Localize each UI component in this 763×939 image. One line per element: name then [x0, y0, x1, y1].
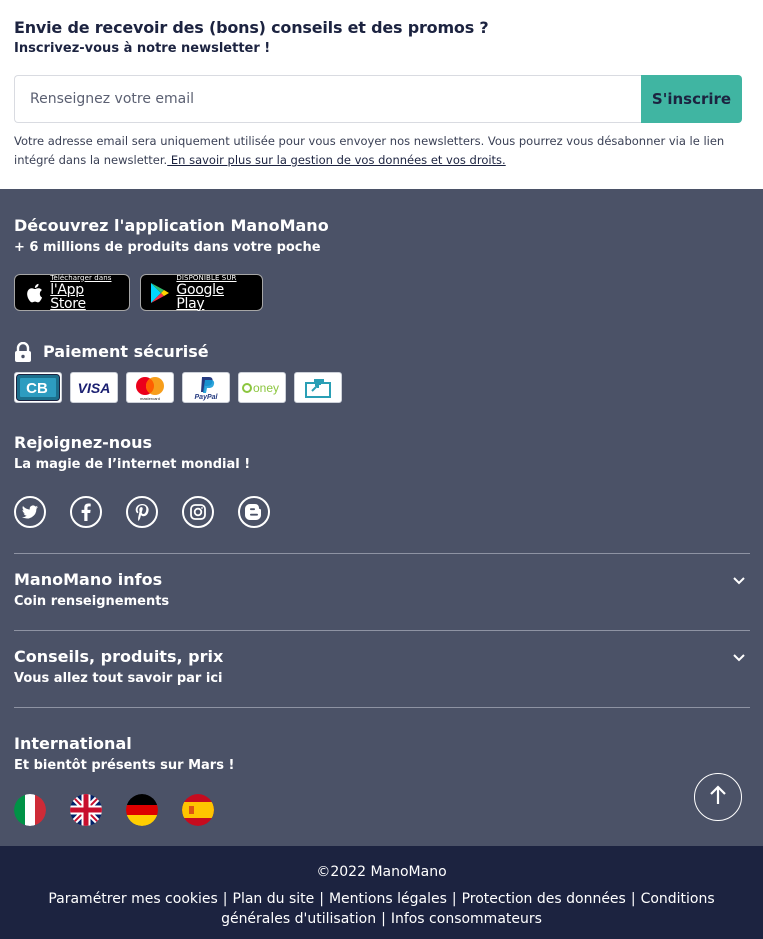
social-section: Rejoignez-nous La magie de l’internet mo… — [14, 433, 749, 475]
app-store-button[interactable]: Télécharger dans l'App Store — [14, 274, 130, 311]
accordion-subtitle: Coin renseignements — [14, 594, 170, 609]
footer: Découvrez l'application ManoMano + 6 mil… — [0, 189, 763, 846]
twitter-icon[interactable] — [14, 496, 46, 528]
subscribe-button[interactable]: S'inscrire — [641, 75, 742, 123]
data-protection-link[interactable]: Protection des données — [462, 891, 626, 907]
copyright: ©2022 ManoMano — [316, 864, 447, 880]
payment-methods: CB VISA mastercard PayPal oney — [14, 372, 749, 403]
appstore-small-label: Télécharger dans — [50, 273, 112, 282]
link-separator: | — [319, 891, 324, 907]
international-subtitle: Et bientôt présents sur Mars ! — [14, 758, 235, 773]
svg-text:CB: CB — [26, 380, 48, 397]
legal-notice-link[interactable]: Mentions légales — [329, 891, 447, 907]
arrow-up-icon — [706, 783, 730, 811]
svg-text:VISA: VISA — [78, 380, 111, 396]
appstore-big-label: l'App Store — [50, 281, 86, 312]
international-section: International Et bientôt présents sur Ma… — [14, 734, 749, 776]
lock-icon — [14, 341, 32, 362]
sitemap-link[interactable]: Plan du site — [233, 891, 315, 907]
googleplay-small-label: DISPONIBLE SUR — [176, 273, 237, 282]
app-store-badges: Télécharger dans l'App Store DISPONIBLE … — [14, 274, 749, 311]
data-rights-link[interactable]: En savoir plus sur la gestion de vos don… — [167, 153, 506, 167]
email-input[interactable] — [14, 75, 641, 123]
apple-icon — [23, 282, 44, 304]
google-play-icon — [149, 282, 170, 304]
link-separator: | — [630, 891, 636, 907]
accordion-title: ManoMano infos — [14, 570, 163, 589]
link-separator: | — [381, 911, 386, 927]
newsletter-section: Envie de recevoir des (bons) conseils et… — [0, 0, 763, 189]
accordion-conseils[interactable]: Conseils, produits, prix Vous allez tout… — [14, 631, 750, 708]
newsletter-form: S'inscrire — [14, 75, 742, 123]
google-play-button[interactable]: DISPONIBLE SUR Google Play — [140, 274, 263, 311]
payment-title: Paiement sécurisé — [43, 342, 209, 361]
consumer-info-link[interactable]: Infos consommateurs — [391, 911, 542, 927]
paypal-icon: PayPal — [182, 372, 230, 403]
legal-links: Paramétrer mes cookies | Plan du site | Ment… — [27, 889, 737, 929]
chevron-down-icon — [732, 649, 746, 663]
link-separator: | — [222, 891, 228, 907]
social-links — [14, 496, 749, 528]
international-title: International — [14, 734, 132, 753]
newsletter-subtitle: Inscrivez-vous à notre newsletter ! — [14, 41, 271, 56]
newsletter-title: Envie de recevoir des (bons) conseils et… — [14, 18, 489, 37]
svg-text:mastercard: mastercard — [140, 396, 160, 401]
svg-text:oney: oney — [253, 381, 279, 395]
blogger-icon[interactable] — [238, 496, 270, 528]
uk-flag-icon[interactable] — [70, 794, 102, 826]
pinterest-icon[interactable] — [126, 496, 158, 528]
newsletter-legal: Votre adresse email sera uniquement util… — [14, 132, 750, 170]
back-to-top-button[interactable] — [694, 773, 742, 821]
cb-card-icon: CB — [14, 372, 62, 403]
spain-flag-icon[interactable] — [182, 794, 214, 826]
googleplay-big-label: Google Play — [176, 281, 224, 312]
country-flags — [14, 794, 749, 826]
instagram-icon[interactable] — [182, 496, 214, 528]
mastercard-icon: mastercard — [126, 372, 174, 403]
visa-icon: VISA — [70, 372, 118, 403]
svg-text:PayPal: PayPal — [195, 394, 219, 401]
app-title: Découvrez l'application ManoMano — [14, 216, 329, 235]
payment-heading: Paiement sécurisé — [14, 341, 749, 362]
germany-flag-icon[interactable] — [126, 794, 158, 826]
italy-flag-icon[interactable] — [14, 794, 46, 826]
cookie-settings-link[interactable]: Paramétrer mes cookies — [48, 891, 217, 907]
accordion-title: Conseils, produits, prix — [14, 647, 224, 666]
facebook-icon[interactable] — [70, 496, 102, 528]
accordion-subtitle: Vous allez tout savoir par ici — [14, 671, 223, 686]
chevron-down-icon — [732, 572, 746, 586]
oney-icon: oney — [238, 372, 286, 403]
link-separator: | — [451, 891, 457, 907]
bank-transfer-icon — [294, 372, 342, 403]
accordion-manomano-infos[interactable]: ManoMano infos Coin renseignements — [14, 554, 750, 631]
legal-bar: ©2022 ManoMano Paramétrer mes cookies | Pl… — [0, 846, 763, 939]
join-subtitle: La magie de l’internet mondial ! — [14, 457, 251, 472]
join-title: Rejoignez-nous — [14, 433, 153, 452]
footer-accordion: ManoMano infos Coin renseignements Conse… — [14, 553, 750, 708]
app-subtitle: + 6 millions de produits dans votre poch… — [14, 240, 321, 255]
